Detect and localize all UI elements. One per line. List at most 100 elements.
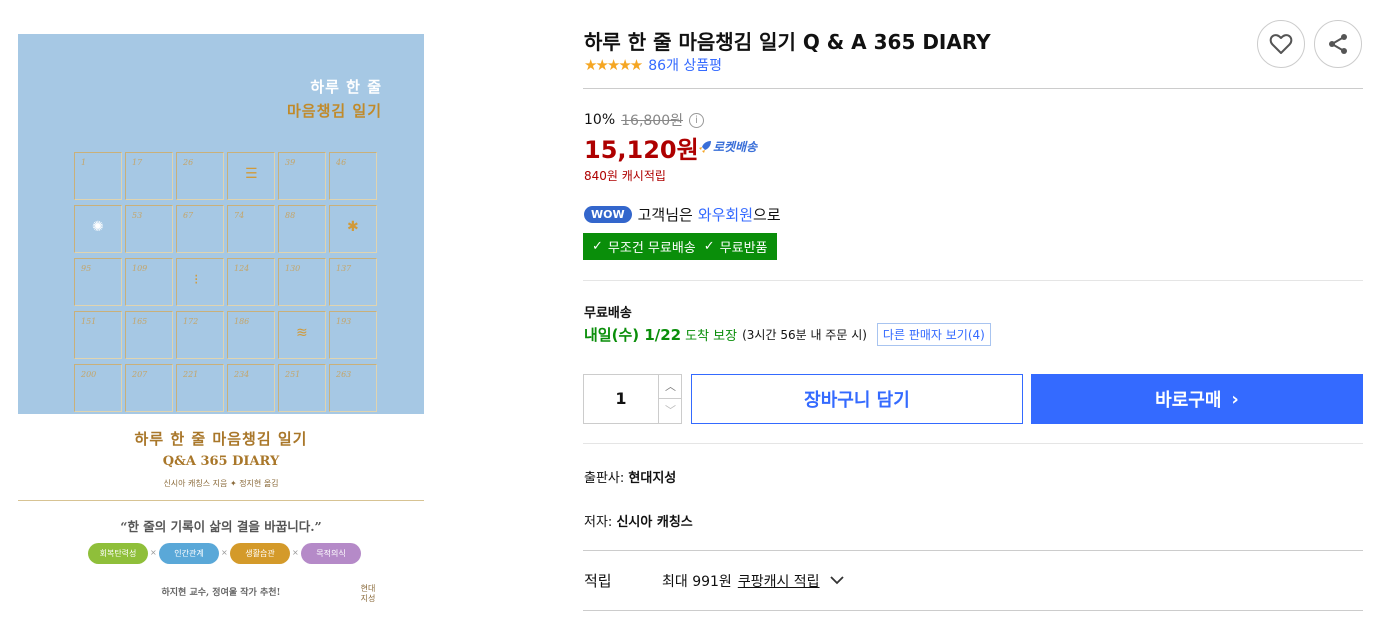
cover-keyword-pills: 회복탄력성 × 인간관계 × 생활습관 × 목적의식 bbox=[88, 543, 368, 565]
calendar-cell: 221 bbox=[176, 364, 224, 412]
cash-reward: 840원 캐시적립 bbox=[584, 169, 666, 183]
original-price: 16,800원 bbox=[621, 113, 683, 129]
cover-divider bbox=[18, 500, 424, 501]
quantity-input[interactable]: 1 bbox=[584, 375, 658, 423]
calendar-cell-number: 88 bbox=[285, 211, 296, 220]
star-rating: ★★★★★ bbox=[584, 56, 643, 74]
calendar-cell-number: 193 bbox=[336, 317, 352, 326]
publisher-logo: 현대 지성 bbox=[360, 584, 376, 603]
calendar-cell: ⁝ bbox=[176, 258, 224, 306]
cover-pill-separator: × bbox=[292, 548, 299, 557]
rating-row: ★★★★★ 86개 상품평 bbox=[584, 56, 722, 74]
publisher-row: 출판사: 현대지성 bbox=[584, 467, 676, 486]
wow-member-link[interactable]: 와우회원 bbox=[698, 204, 753, 225]
cashback-label: 적립 bbox=[584, 572, 612, 590]
publisher-label: 출판사: bbox=[584, 471, 625, 486]
calendar-cell: 46 bbox=[329, 152, 377, 200]
wow-suffix: 으로 bbox=[753, 206, 781, 224]
buy-now-label: 바로구매 bbox=[1155, 390, 1222, 411]
free-shipping-text: 무조건 무료배송 bbox=[607, 241, 696, 256]
chevron-right-icon: › bbox=[1231, 388, 1239, 410]
wow-prefix: 고객님은 bbox=[637, 206, 693, 224]
order-deadline: (3시간 56분 내 주문 시) bbox=[742, 328, 867, 342]
buy-now-button[interactable]: 바로구매 › bbox=[1031, 374, 1363, 424]
free-benefits-banner: ✓ 무조건 무료배송 ✓ 무료반품 bbox=[583, 233, 777, 260]
calendar-decoration-icon: ≋ bbox=[296, 325, 308, 341]
arrival-date: 내일(수) 1/22 bbox=[584, 326, 682, 344]
cover-title-small-1: 하루 한 줄 bbox=[310, 78, 382, 96]
calendar-cell-number: 234 bbox=[234, 370, 250, 379]
cover-pill: 생활습관 bbox=[230, 543, 290, 564]
product-title: 하루 한 줄 마음챙김 일기 Q & A 365 DIARY bbox=[584, 30, 991, 54]
divider bbox=[583, 610, 1363, 611]
calendar-cell-number: 39 bbox=[285, 158, 296, 167]
share-button[interactable] bbox=[1314, 20, 1362, 68]
cover-authors: 신시아 캐칭스 지음 ✦ 정지현 옮김 bbox=[163, 479, 279, 488]
calendar-cell-number: 186 bbox=[234, 317, 250, 326]
cover-calendar-grid: 1 17 26 ☰ 39 46 ✺ 53 67 74 88 ✱ 95 109 ⁝ 124 130 137 151 16… bbox=[74, 152, 384, 414]
chevron-down-icon: ﹀ bbox=[665, 404, 676, 417]
calendar-cell-number: 95 bbox=[81, 264, 92, 273]
chevron-down-icon[interactable] bbox=[829, 573, 844, 589]
calendar-cell: 200 bbox=[74, 364, 122, 412]
calendar-cell-number: 46 bbox=[336, 158, 347, 167]
calendar-cell: ✺ bbox=[74, 205, 122, 253]
calendar-decoration-icon: ✺ bbox=[92, 219, 104, 235]
other-sellers-button[interactable]: 다른 판매자 보기(4) bbox=[876, 323, 991, 346]
calendar-cell: 26 bbox=[176, 152, 224, 200]
calendar-cell: 137 bbox=[329, 258, 377, 306]
calendar-decoration-icon: ✱ bbox=[347, 219, 359, 235]
divider bbox=[583, 443, 1363, 444]
check-icon: ✓ bbox=[703, 239, 715, 254]
calendar-cell-number: 109 bbox=[132, 264, 148, 273]
shipping-label: 무료배송 bbox=[584, 306, 632, 321]
cashback-link[interactable]: 쿠팡캐시 적립 bbox=[738, 571, 820, 591]
calendar-cell: 17 bbox=[125, 152, 173, 200]
heart-icon bbox=[1269, 34, 1293, 54]
rocket-icon bbox=[699, 140, 711, 153]
wow-badge: WOW bbox=[584, 206, 632, 223]
divider bbox=[583, 550, 1363, 551]
book-cover-image[interactable]: 하루 한 줄 마음챙김 일기 1 17 26 ☰ 39 46 ✺ 53 67 74 88 ✱ 95 109… bbox=[18, 34, 424, 623]
calendar-cell: 95 bbox=[74, 258, 122, 306]
calendar-cell: 234 bbox=[227, 364, 275, 412]
calendar-cell-number: 53 bbox=[132, 211, 143, 220]
info-icon[interactable]: i bbox=[689, 112, 704, 128]
calendar-cell: 151 bbox=[74, 311, 122, 359]
calendar-cell: ☰ bbox=[227, 152, 275, 200]
price-original-row: 10% 16,800원 i bbox=[584, 110, 704, 130]
arrival-row: 내일(수) 1/22 도착 보장 (3시간 56분 내 주문 시) 다른 판매자… bbox=[584, 323, 991, 346]
calendar-decoration-icon: ☰ bbox=[245, 166, 258, 182]
calendar-cell-number: 200 bbox=[81, 370, 97, 379]
divider bbox=[583, 88, 1363, 89]
calendar-cell: 207 bbox=[125, 364, 173, 412]
calendar-cell-number: 165 bbox=[132, 317, 148, 326]
quantity-decrease-button[interactable]: ﹀ bbox=[658, 399, 682, 423]
chevron-up-icon: ︿ bbox=[665, 380, 676, 393]
calendar-cell: 251 bbox=[278, 364, 326, 412]
calendar-cell: 165 bbox=[125, 311, 173, 359]
cover-title-small-2: 마음챙김 일기 bbox=[286, 102, 382, 120]
calendar-cell-number: 124 bbox=[234, 264, 250, 273]
share-icon bbox=[1329, 34, 1347, 54]
calendar-cell-number: 207 bbox=[132, 370, 148, 379]
calendar-cell: ≋ bbox=[278, 311, 326, 359]
calendar-cell: ✱ bbox=[329, 205, 377, 253]
calendar-cell-number: 172 bbox=[183, 317, 199, 326]
free-return-text: 무료반품 bbox=[719, 241, 768, 256]
sale-price: 15,120원 bbox=[584, 136, 699, 164]
calendar-cell: 88 bbox=[278, 205, 326, 253]
calendar-cell: 124 bbox=[227, 258, 275, 306]
review-count-link[interactable]: 86개 상품평 bbox=[648, 55, 722, 75]
wishlist-button[interactable] bbox=[1257, 20, 1305, 68]
quantity-increase-button[interactable]: ︿ bbox=[658, 375, 682, 399]
add-to-cart-label: 장바구니 담기 bbox=[804, 390, 910, 411]
calendar-cell: 130 bbox=[278, 258, 326, 306]
rocket-delivery-badge: 로켓배송 bbox=[697, 138, 757, 155]
cover-pill: 목적의식 bbox=[301, 543, 361, 564]
add-to-cart-button[interactable]: 장바구니 담기 bbox=[691, 374, 1023, 424]
cover-pill-separator: × bbox=[150, 548, 157, 557]
cover-subtitle: Q&A 365 DIARY bbox=[162, 454, 280, 469]
author-row: 저자: 신시아 캐칭스 bbox=[584, 511, 693, 530]
calendar-cell-number: 263 bbox=[336, 370, 352, 379]
